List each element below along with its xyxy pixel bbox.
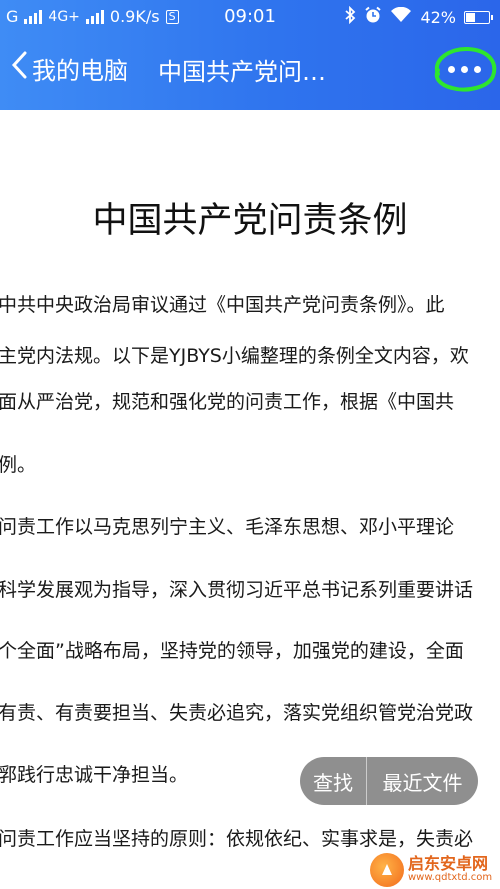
document-line: 面从严治党，规范和强化党的问责工作，根据《中国共	[0, 391, 455, 413]
floating-action-pill: 查找 最近文件	[300, 757, 478, 805]
watermark-text: 启东安卓网	[408, 854, 489, 874]
watermark: 启东安卓网 www.qdtxtd.com	[370, 852, 492, 888]
find-button[interactable]: 查找	[300, 767, 366, 796]
top-bar: G 4G+ 0.9K/s S 09:01 42% 我的电脑 中国共产党问…	[0, 0, 500, 110]
signal-icon	[24, 9, 43, 24]
alarm-icon	[364, 6, 382, 28]
document-line: 中共中央政治局审议通过《中国共产党问责条例》。此	[0, 294, 445, 316]
wifi-icon	[390, 6, 412, 27]
carrier-label: G	[6, 7, 19, 26]
document-line: 科学发展观为指导，深入贯彻习近平总书记系列重要讲话	[0, 579, 474, 601]
document-line: 主党内法规。以下是YJBYS小编整理的条例全文内容，欢	[0, 345, 469, 367]
document-line: 个全面”战略布局，坚持党的领导，加强党的建设，全面	[0, 640, 464, 662]
status-left: G 4G+ 0.9K/s S	[6, 7, 179, 26]
more-dots-icon	[447, 65, 481, 73]
signal-icon-2	[85, 9, 104, 24]
page-title: 中国共产党问…	[158, 58, 326, 86]
bluetooth-icon	[344, 5, 356, 28]
network-label: 4G+	[48, 8, 80, 25]
status-right: 42%	[344, 5, 493, 28]
watermark-url: www.qdtxtd.com	[408, 872, 493, 884]
battery-percent: 42%	[420, 7, 456, 27]
document-title: 中国共产党问责条例	[92, 201, 408, 241]
document-line: 问责工作以马克思列宁主义、毛泽东思想、邓小平理论	[0, 516, 455, 538]
app-notification-icon: S	[165, 9, 179, 24]
speed-label: 0.9K/s	[109, 7, 160, 26]
document-line: 例。	[0, 454, 37, 476]
chevron-left-icon	[10, 50, 28, 86]
watermark-logo-icon	[370, 853, 404, 887]
document-line: 郛践行忠诚干净担当。	[0, 764, 189, 786]
back-label: 我的电脑	[32, 56, 128, 85]
back-button[interactable]: 我的电脑	[10, 48, 128, 88]
battery-icon	[464, 10, 493, 24]
nav-bar: 我的电脑 中国共产党问…	[0, 38, 500, 98]
document-line: 问责工作应当坚持的原则：依规依纪、实事求是，失责必	[0, 828, 474, 850]
document-line: 有责、有责要担当、失责必追究，落实党组织管党治党政	[0, 702, 474, 724]
recent-files-button[interactable]: 最近文件	[367, 767, 478, 796]
more-options-button[interactable]	[430, 44, 498, 94]
status-bar: G 4G+ 0.9K/s S 09:01 42%	[0, 0, 500, 34]
